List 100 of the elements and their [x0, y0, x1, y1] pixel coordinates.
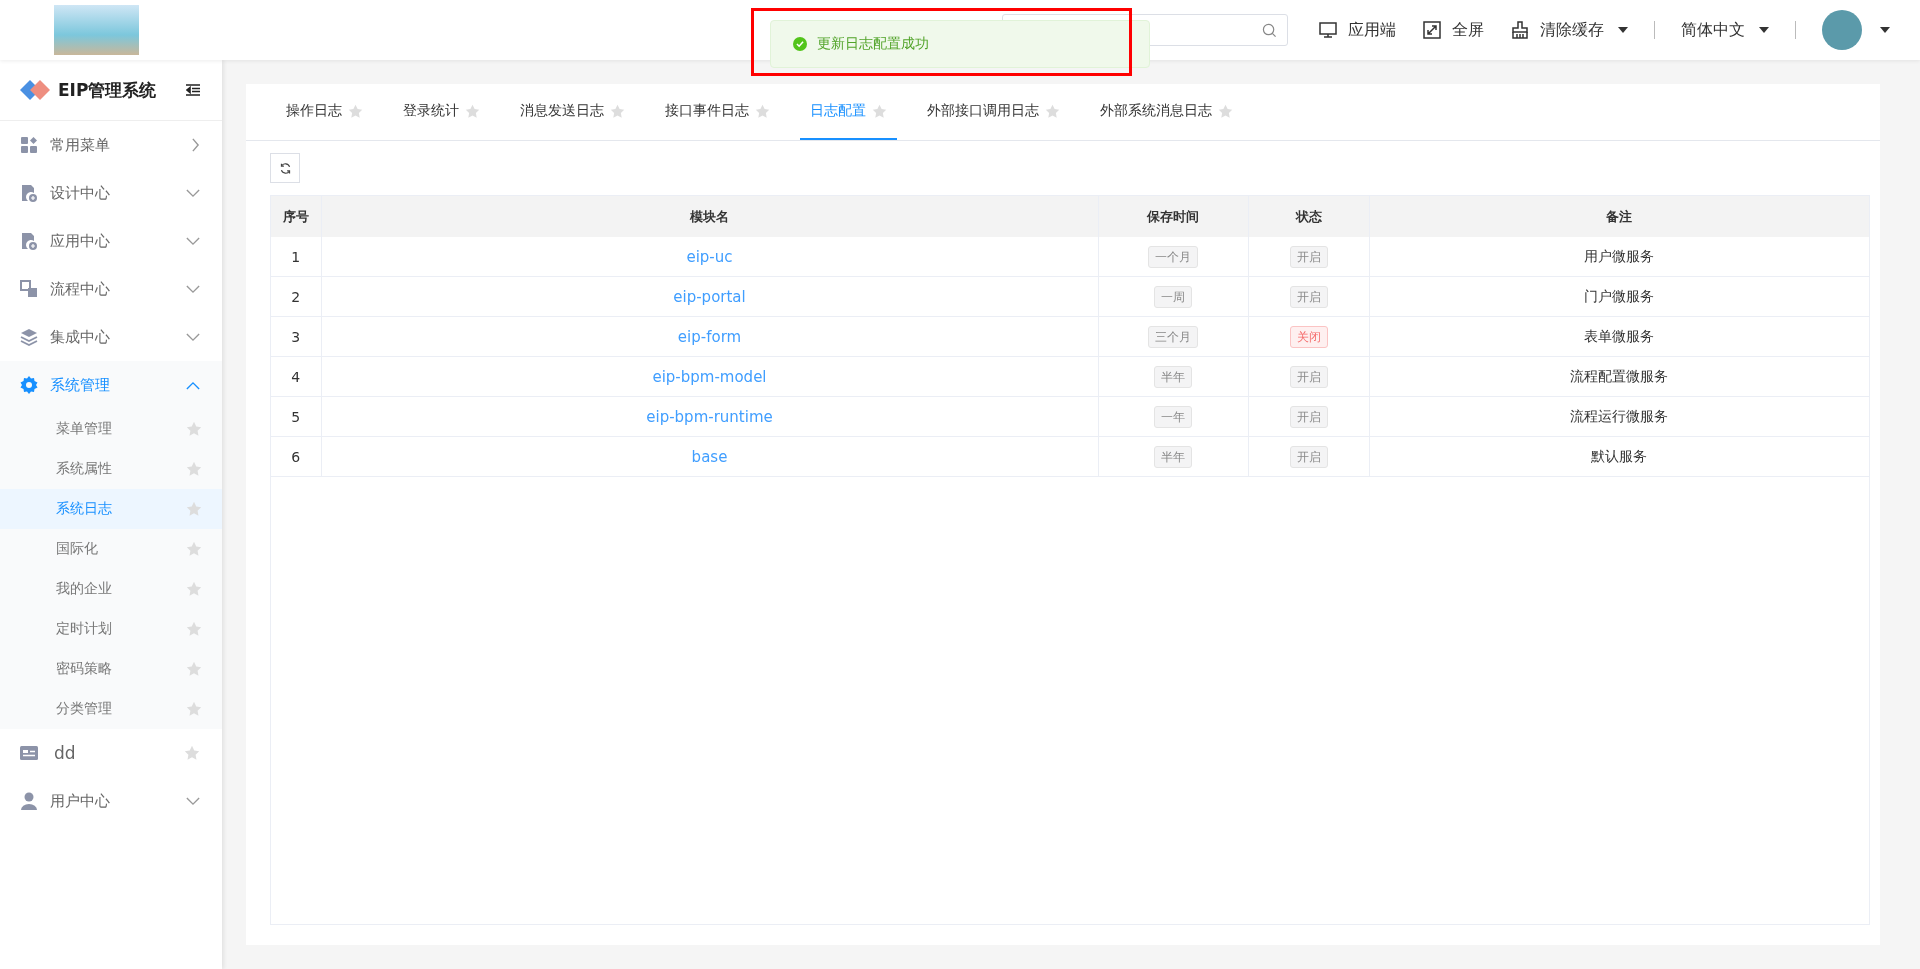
retention-tag: 一个月	[1148, 245, 1198, 268]
star-icon[interactable]	[348, 103, 363, 119]
table-cell: 用户微服务	[1369, 237, 1869, 277]
sidebar-submenu-item[interactable]: 国际化	[0, 529, 222, 569]
sidebar-submenu-item[interactable]: 分类管理	[0, 689, 222, 729]
document-add-icon	[20, 232, 38, 250]
sidebar-menu-item[interactable]: 系统管理	[0, 361, 222, 409]
tab[interactable]: 外部接口调用日志	[917, 84, 1070, 140]
header-action-button[interactable]: 全屏	[1422, 19, 1484, 41]
table-cell: 流程运行微服务	[1369, 396, 1869, 437]
column-header: 保存时间	[1098, 196, 1248, 237]
star-icon[interactable]	[755, 103, 770, 119]
tab[interactable]: 登录统计	[393, 84, 490, 140]
retention-tag: 半年	[1154, 365, 1192, 388]
status-tag: 开启	[1289, 245, 1328, 268]
column-header: 状态	[1248, 196, 1369, 237]
table-cell: 2	[271, 276, 321, 317]
table-cell: 流程配置微服务	[1369, 356, 1869, 397]
app-title: EIP管理系统	[58, 78, 158, 102]
status-tag: 开启	[1289, 405, 1328, 428]
table-cell: 3	[271, 316, 321, 357]
sidebar-submenu-item[interactable]: 密码策略	[0, 649, 222, 689]
sidebar-submenu-item[interactable]: 我的企业	[0, 569, 222, 609]
refresh-icon	[278, 161, 292, 175]
caret-icon[interactable]	[1880, 27, 1890, 33]
refresh-button[interactable]	[270, 153, 300, 183]
star-icon[interactable]	[872, 103, 887, 119]
tab[interactable]: 外部系统消息日志	[1090, 84, 1243, 140]
sidebar-menu-item[interactable]: 用户中心	[0, 777, 222, 825]
status-tag: 关闭	[1289, 325, 1328, 348]
star-icon[interactable]	[186, 581, 202, 597]
star-icon[interactable]	[186, 661, 202, 677]
star-icon[interactable]	[610, 103, 625, 119]
table-cell: 表单微服务	[1369, 316, 1869, 357]
caret-icon	[1759, 27, 1769, 33]
tab[interactable]: 消息发送日志	[510, 84, 635, 140]
chevron-down-icon	[186, 236, 200, 246]
column-header: 序号	[271, 196, 321, 237]
logo-icon	[20, 80, 50, 100]
star-icon[interactable]	[465, 103, 480, 119]
star-icon[interactable]	[186, 421, 202, 437]
check-circle-icon	[793, 37, 807, 51]
table-cell: 默认服务	[1369, 436, 1869, 477]
header-action-button[interactable]: 清除缓存	[1510, 19, 1628, 41]
retention-tag: 三个月	[1148, 325, 1198, 348]
column-header: 模块名	[321, 196, 1098, 237]
retention-tag: 一年	[1154, 405, 1192, 428]
sidebar-menu-item[interactable]: 设计中心	[0, 169, 222, 217]
tab[interactable]: 操作日志	[276, 84, 373, 140]
expand-icon	[1422, 20, 1442, 40]
module-link[interactable]: eip-uc	[686, 247, 733, 266]
sidebar-menu-item[interactable]: 集成中心	[0, 313, 222, 361]
settings-icon	[20, 376, 38, 394]
column-header: 备注	[1369, 196, 1869, 237]
chevron-down-icon	[186, 284, 200, 294]
document-add-icon	[20, 184, 38, 202]
search-icon	[1262, 22, 1277, 38]
star-icon[interactable]	[186, 501, 202, 517]
id-card-icon	[20, 744, 38, 762]
star-icon[interactable]	[186, 541, 202, 557]
grid-icon	[20, 136, 38, 154]
sidebar-submenu-item[interactable]: 菜单管理	[0, 409, 222, 449]
star-icon[interactable]	[184, 745, 200, 761]
table-cell: 6	[271, 436, 321, 477]
chevron-down-icon	[186, 188, 200, 198]
chevron-down-icon	[186, 332, 200, 342]
toast-message: 更新日志配置成功	[817, 35, 929, 53]
sidebar-submenu-item[interactable]: 定时计划	[0, 609, 222, 649]
star-icon[interactable]	[1218, 103, 1233, 119]
sidebar-menu-item[interactable]: 常用菜单	[0, 121, 222, 169]
status-tag: 开启	[1289, 365, 1328, 388]
user-icon	[20, 792, 38, 810]
sidebar-menu-item[interactable]: 流程中心	[0, 265, 222, 313]
user-avatar[interactable]	[1822, 10, 1862, 50]
monitor-icon	[1318, 20, 1338, 40]
star-icon[interactable]	[186, 461, 202, 477]
flow-icon	[20, 280, 38, 298]
status-tag: 开启	[1289, 285, 1328, 308]
sidebar-menu-item[interactable]: 应用中心	[0, 217, 222, 265]
star-icon[interactable]	[186, 701, 202, 717]
caret-icon	[1618, 27, 1628, 33]
layers-icon	[20, 328, 38, 346]
table-cell: 门户微服务	[1369, 276, 1869, 317]
star-icon[interactable]	[1045, 103, 1060, 119]
table-cell: 5	[271, 396, 321, 437]
sidebar-submenu-item[interactable]: 系统日志	[0, 489, 222, 529]
menu-collapse-icon[interactable]	[186, 84, 200, 96]
status-tag: 开启	[1289, 445, 1328, 468]
table-cell: 4	[271, 356, 321, 397]
table-cell: 1	[271, 237, 321, 277]
star-icon[interactable]	[186, 621, 202, 637]
tab[interactable]: 日志配置	[800, 84, 897, 140]
header-action-button[interactable]: 应用端	[1318, 19, 1396, 41]
chevron-up-icon	[186, 380, 200, 390]
broom-icon	[1510, 20, 1530, 40]
language-dropdown[interactable]: 简体中文	[1681, 19, 1769, 41]
tab[interactable]: 接口事件日志	[655, 84, 780, 140]
sidebar-menu-item[interactable]: dd	[0, 729, 222, 777]
sidebar-submenu-item[interactable]: 系统属性	[0, 449, 222, 489]
retention-tag: 半年	[1154, 445, 1192, 468]
